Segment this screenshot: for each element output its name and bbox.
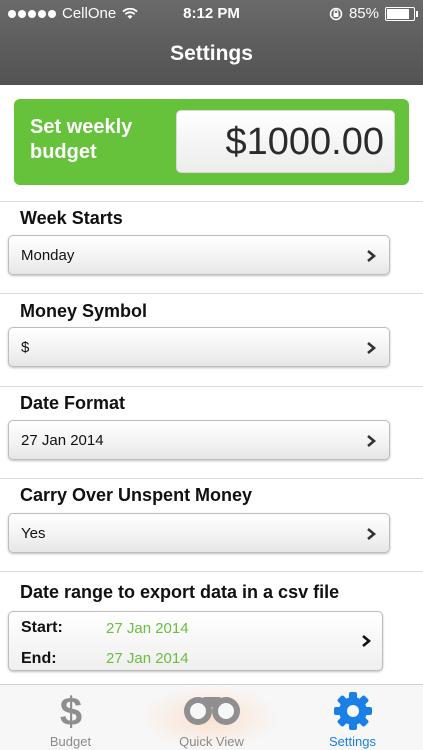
date-format-select[interactable]: 27 Jan 2014 <box>8 420 390 460</box>
end-label: End: <box>21 650 57 667</box>
battery-percent: 85% <box>348 5 379 22</box>
money-symbol-value: $ <box>21 339 30 356</box>
export-range-section: Date range to export data in a csv file … <box>0 571 423 684</box>
export-range-picker[interactable]: Start: 27 Jan 2014 End: 27 Jan 2014 <box>8 611 383 671</box>
chevron-right-icon <box>362 635 372 647</box>
money-symbol-title: Money Symbol <box>20 301 148 321</box>
chevron-right-icon <box>367 528 377 540</box>
carry-over-value: Yes <box>21 525 46 542</box>
chevron-right-icon <box>367 435 377 447</box>
start-label: Start: <box>21 619 63 636</box>
week-starts-select[interactable]: Monday <box>8 235 390 275</box>
export-range-title: Date range to export data in a csv file <box>20 582 340 602</box>
tab-quick-view[interactable]: Quick View <box>141 685 282 750</box>
chevron-right-icon <box>367 342 377 354</box>
week-starts-section: Week Starts Monday <box>0 201 423 293</box>
end-date-value: 27 Jan 2014 <box>106 650 189 667</box>
date-format-title: Date Format <box>20 393 126 413</box>
tab-budget[interactable]: $ Budget <box>0 685 141 750</box>
navigation-bar: CellOne 8:12 PM 85% Settings <box>0 0 423 85</box>
tab-settings[interactable]: Settings <box>282 685 423 750</box>
rotation-lock-icon <box>329 7 343 20</box>
chevron-right-icon <box>367 250 377 262</box>
week-starts-value: Monday <box>21 247 75 264</box>
tab-bar: $ Budget Quick View Settings <box>0 684 423 750</box>
page-title: Settings <box>170 42 253 65</box>
dollar-icon: $ <box>59 691 81 731</box>
status-bar: CellOne 8:12 PM 85% <box>0 0 423 30</box>
date-format-section: Date Format 27 Jan 2014 <box>0 386 423 478</box>
carry-over-title: Carry Over Unspent Money <box>20 485 253 505</box>
start-date-value: 27 Jan 2014 <box>106 620 189 637</box>
battery-fill <box>387 8 409 19</box>
tab-quick-view-label: Quick View <box>179 734 244 749</box>
money-symbol-section: Money Symbol $ <box>0 293 423 386</box>
budget-amount-field[interactable]: $1000.00 <box>176 110 395 173</box>
carry-over-select[interactable]: Yes <box>8 513 390 553</box>
date-format-value: 27 Jan 2014 <box>21 432 104 449</box>
battery-icon <box>385 6 418 21</box>
tab-settings-label: Settings <box>329 734 376 749</box>
gear-icon <box>333 692 372 730</box>
money-symbol-select[interactable]: $ <box>8 327 390 367</box>
budget-label: Set weekly budget <box>30 116 133 163</box>
week-starts-title: Week Starts <box>20 208 123 228</box>
carry-over-section: Carry Over Unspent Money Yes <box>0 478 423 571</box>
weekly-budget-card: Set weekly budget $1000.00 <box>14 99 409 185</box>
tab-budget-label: Budget <box>49 734 92 749</box>
svg-text:$: $ <box>59 691 81 731</box>
binoculars-icon <box>183 697 240 725</box>
